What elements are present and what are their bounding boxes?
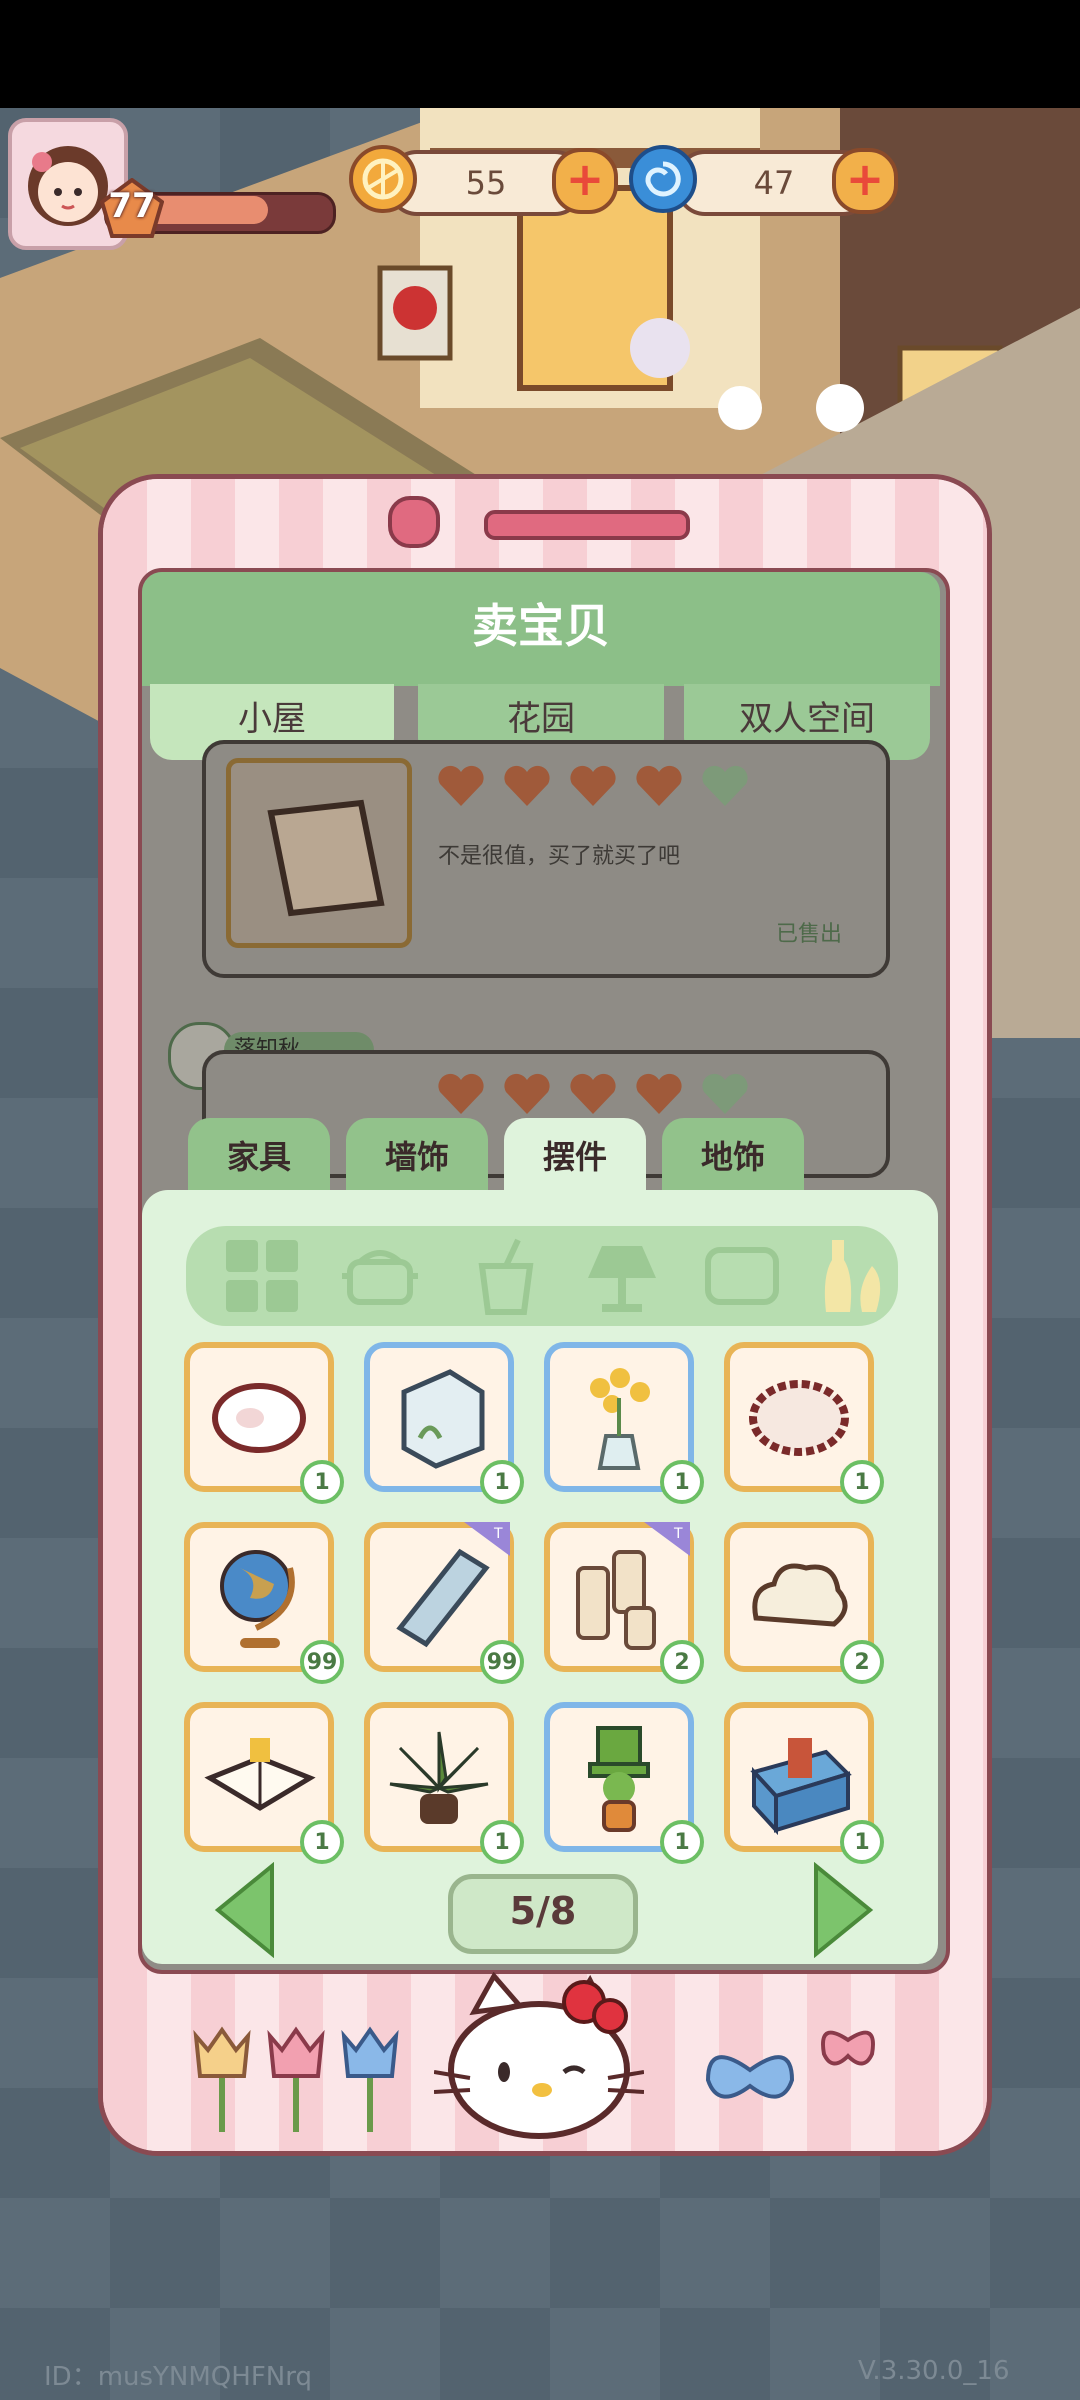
svg-text:T: T [493,1526,503,1542]
phone-speaker [484,510,690,540]
special-tag-icon: T [644,1522,690,1556]
page-indicator: 5/8 [448,1874,638,1954]
phone-camera-icon [388,496,440,548]
player-level: 77 [108,186,156,226]
item-count: 1 [660,1820,704,1864]
swirl-gem-icon [628,144,698,214]
vase-icon[interactable] [816,1236,896,1316]
tab-floor-decor[interactable]: 地饰 [662,1118,804,1196]
item-count: 1 [300,1460,344,1504]
item-count: 1 [840,1460,884,1504]
special-tag-icon: T [464,1522,510,1556]
item-count: 1 [480,1460,524,1504]
tab-wall-decor[interactable]: 墙饰 [346,1118,488,1196]
item-count: 1 [480,1820,524,1864]
item-count: 1 [840,1820,884,1864]
listing-description: 不是很值，买了就买了吧 [438,844,681,869]
prev-page-arrow-icon[interactable] [212,1861,282,1959]
pillow-icon [226,758,412,948]
add-gems-button[interactable]: + [832,148,898,214]
rating-hearts [436,762,756,816]
item-count: 99 [480,1640,524,1684]
item-count: 1 [300,1820,344,1864]
item-count: 1 [660,1460,704,1504]
coin-icon [348,144,418,214]
next-page-arrow-icon[interactable] [806,1861,876,1959]
hello-kitty-icon [433,1971,645,2146]
tab-furniture[interactable]: 家具 [188,1118,330,1196]
panel-title: 卖宝贝 [472,599,610,653]
tulips-icon [186,2016,406,2140]
player-id: ID：musYNMQHFNrq [44,2362,312,2392]
item-count: 99 [300,1640,344,1684]
pillow-category-icon[interactable] [702,1236,782,1316]
pot-icon[interactable] [340,1236,420,1316]
rating-hearts [436,1070,756,1124]
version-label: V.3.30.0_16 [858,2356,1010,2386]
tab-ornaments[interactable]: 摆件 [504,1118,646,1196]
grid-all-icon[interactable] [222,1236,302,1316]
cup-brush-icon[interactable] [466,1236,546,1316]
item-count: 2 [660,1640,704,1684]
svg-text:T: T [673,1526,683,1542]
lamp-icon[interactable] [582,1236,662,1316]
status-bar [0,0,1080,108]
add-coins-button[interactable]: + [552,148,618,214]
butterflies-icon [698,2010,898,2134]
sold-status: 已售出 [776,922,843,947]
item-count: 2 [840,1640,884,1684]
